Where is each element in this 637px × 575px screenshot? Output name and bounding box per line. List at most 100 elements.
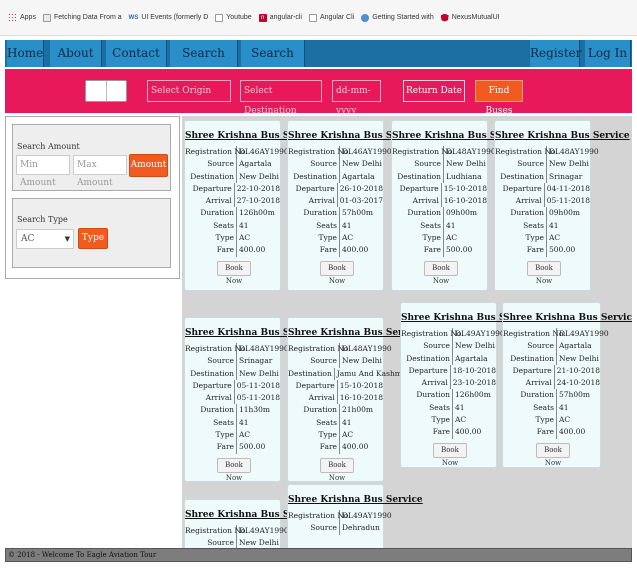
info-value: 16-10-2018	[339, 393, 383, 403]
bookmark-label: Angular Cli	[319, 14, 355, 21]
info-key: Registration No.	[185, 525, 248, 538]
info-value: DL48AY1990	[239, 344, 289, 353]
nav-about-us[interactable]: About Us	[50, 40, 102, 87]
book-now-button[interactable]: Book Now	[527, 260, 561, 285]
info-value: DL48AY1990	[446, 147, 496, 156]
info-row-source: Source Agartala	[503, 340, 600, 353]
main-navbar: Home About Us Contact Us Search Ticket S…	[5, 40, 632, 87]
return-date-button[interactable]: Return Date	[403, 80, 465, 102]
info-value: 400.00	[559, 427, 586, 437]
bookmark-youtube[interactable]: Youtube	[215, 13, 252, 22]
info-value: 27-10-2018	[236, 196, 280, 206]
bus-card: Shree Krishna Bus Service Registration No…	[400, 302, 536, 468]
info-key: Type	[185, 429, 237, 442]
info-key: Arrival	[185, 195, 235, 208]
bookmark-apps[interactable]: Apps	[8, 13, 36, 22]
info-value: 400.00	[342, 245, 369, 255]
filter-sidebar: Search Amount Min Amount Max Amount Amou…	[5, 116, 180, 279]
bookmark-label: UI Events (formerly D	[141, 14, 209, 21]
info-row-destination: Destination Agartala	[401, 352, 496, 365]
info-row-type: Type AC	[503, 414, 600, 427]
bookmark-angular-cli-2[interactable]: Angular Cli	[308, 13, 355, 22]
info-key: Registration No.	[288, 510, 351, 523]
info-key: Fare	[503, 426, 557, 439]
book-now-button[interactable]: Book Now	[424, 260, 458, 285]
info-value: AC	[239, 430, 251, 440]
book-now-button[interactable]: Book Now	[217, 260, 251, 285]
book-now-button[interactable]: Book Now	[320, 457, 354, 482]
trip-toggle[interactable]	[85, 80, 127, 102]
info-row-type: Type AC	[288, 232, 383, 245]
info-row-reg: Registration No. DL46AY1990	[185, 146, 289, 159]
info-row-departure: Departure 22-10-2018	[185, 182, 280, 196]
info-row-fare: Fare 500.00	[392, 244, 487, 257]
bookmark-angular-cli[interactable]: n angular-cli	[258, 13, 302, 22]
info-value: 09h00m	[549, 208, 581, 218]
min-amount-input[interactable]: Min Amount	[16, 155, 70, 188]
info-value: Agartala	[239, 159, 272, 169]
book-now-button[interactable]: Book Now	[320, 260, 354, 285]
info-row-seats: Seats 41	[185, 219, 280, 233]
info-row-seats: Seats 41	[288, 416, 383, 430]
find-buses-button[interactable]: Find Buses	[475, 80, 523, 116]
info-key: Destination	[503, 352, 557, 365]
info-row-destination: Destination New Delhi	[503, 352, 600, 365]
nav-home[interactable]: Home	[7, 40, 44, 67]
info-row-reg: Registration No. DL48AY1990	[392, 146, 496, 159]
info-row-departure: Departure 15-10-2018	[392, 182, 487, 196]
date-input[interactable]: dd-mm-yyyy	[332, 80, 381, 116]
info-key: Departure	[392, 182, 442, 196]
page-icon	[215, 13, 224, 22]
info-key: Destination	[185, 170, 237, 183]
info-row-seats: Seats 41	[288, 219, 383, 233]
info-value: AC	[549, 233, 561, 243]
info-key: Source	[503, 340, 557, 353]
info-key: Source	[185, 355, 237, 368]
nav-search-hotel[interactable]: Search Hotel	[241, 40, 305, 87]
info-row-duration: Duration 57h00m	[288, 207, 383, 220]
info-row-arrival: Arrival 05-11-2018	[495, 195, 590, 208]
info-row-arrival: Arrival 24-10-2018	[503, 377, 600, 390]
max-amount-input[interactable]: Max Amount	[73, 155, 127, 188]
type-button[interactable]: Type	[78, 228, 108, 249]
info-row-seats: Seats 41	[401, 401, 496, 415]
info-row-arrival: Arrival 16-10-2018	[392, 195, 487, 208]
nav-search-ticket[interactable]: Search Ticket	[170, 40, 238, 87]
info-value: 41	[559, 402, 569, 412]
book-now-button[interactable]: Book Now	[536, 442, 570, 467]
info-row-fare: Fare 500.00	[495, 244, 590, 257]
info-value: 41	[455, 402, 465, 412]
toggle-left[interactable]	[86, 81, 107, 101]
book-now-button[interactable]: Book Now	[217, 457, 251, 482]
info-key: Seats	[401, 401, 453, 415]
info-key: Arrival	[392, 195, 442, 208]
info-value: DL49AY1990	[455, 329, 505, 338]
info-row-source: Source New Delhi	[392, 158, 487, 171]
nav-login[interactable]: Log In	[585, 40, 631, 67]
bookmark-fetching-data[interactable]: Fetching Data From a	[42, 13, 122, 22]
nav-contact-us[interactable]: Contact Us	[106, 40, 167, 87]
info-value: DL48AY1990	[342, 344, 392, 353]
info-value: 400.00	[239, 245, 266, 255]
info-row-duration: Duration 126h00m	[185, 207, 280, 220]
bus-card-title: Shree Krishna Bus Service	[185, 131, 320, 141]
info-key: Seats	[503, 401, 557, 415]
bus-card-title: Shree Krishna Bus Service	[185, 510, 320, 520]
bookmark-ui-events[interactable]: WS UI Events (formerly D	[128, 13, 209, 22]
destination-select[interactable]: Select Destination	[240, 80, 322, 116]
amount-button[interactable]: Amount	[129, 154, 168, 177]
info-row-source: Source New Delhi	[288, 158, 383, 171]
info-row-reg: Registration No. DL48AY1990	[185, 343, 289, 356]
origin-select[interactable]: Select Origin	[147, 80, 231, 102]
info-row-type: Type AC	[495, 232, 590, 245]
nav-register[interactable]: Register	[530, 40, 581, 67]
bookmark-getting-started[interactable]: Getting Started with	[361, 13, 434, 22]
info-key: Duration	[288, 404, 340, 417]
ws-icon: WS	[128, 13, 139, 22]
book-now-button[interactable]: Book Now	[433, 442, 467, 467]
cli-icon	[361, 13, 370, 22]
info-key: Arrival	[503, 377, 555, 390]
bookmark-nexus[interactable]: NexusMutualUI	[440, 13, 500, 22]
toggle-right[interactable]	[107, 81, 127, 101]
type-select[interactable]: AC ▼	[16, 229, 74, 249]
